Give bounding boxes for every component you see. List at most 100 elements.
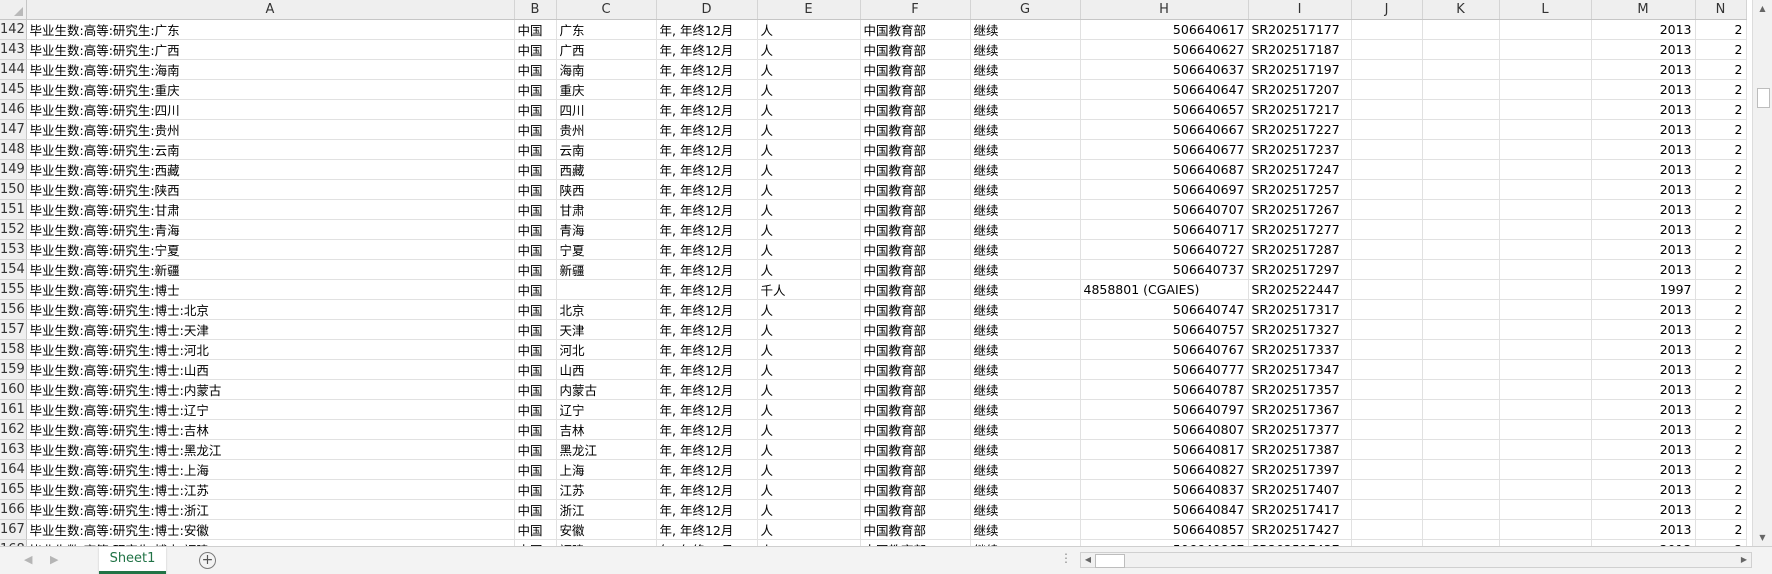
cell-J[interactable]	[1351, 79, 1423, 100]
cell-G[interactable]: 继续	[970, 199, 1081, 220]
spreadsheet-grid[interactable]: ABCDEFGHIJKLMN 142 毕业生数:高等:研究生:广东 中国 广东 年, 年…	[0, 0, 1752, 546]
cell-G[interactable]: 继续	[970, 219, 1081, 240]
cell-K[interactable]	[1422, 139, 1500, 160]
cell-F[interactable]: 中国教育部	[860, 399, 971, 420]
cell-G[interactable]: 继续	[970, 499, 1081, 520]
cell-G[interactable]: 继续	[970, 539, 1081, 546]
cell-N[interactable]: 2	[1695, 499, 1747, 520]
cell-B[interactable]: 中国	[514, 399, 557, 420]
cell-G[interactable]: 继续	[970, 239, 1081, 260]
column-header-B[interactable]: B	[514, 0, 557, 20]
cell-B[interactable]: 中国	[514, 219, 557, 240]
cell-M[interactable]: 2013	[1591, 159, 1696, 180]
cell-L[interactable]	[1499, 39, 1592, 60]
cell-I[interactable]: SR202517337	[1248, 339, 1352, 360]
cell-J[interactable]	[1351, 19, 1423, 40]
cell-N[interactable]: 2	[1695, 219, 1747, 240]
cell-E[interactable]: 人	[757, 99, 861, 120]
cell-B[interactable]: 中国	[514, 159, 557, 180]
cell-I[interactable]: SR202517197	[1248, 59, 1352, 80]
cell-I[interactable]: SR202517257	[1248, 179, 1352, 200]
cell-D[interactable]: 年, 年终12月	[656, 179, 758, 200]
cell-F[interactable]: 中国教育部	[860, 139, 971, 160]
row-header[interactable]: 153	[0, 239, 27, 260]
cell-H[interactable]: 506640807	[1080, 419, 1249, 440]
cell-N[interactable]: 2	[1695, 519, 1747, 540]
cell-G[interactable]: 继续	[970, 299, 1081, 320]
cell-K[interactable]	[1422, 299, 1500, 320]
cell-N[interactable]: 2	[1695, 39, 1747, 60]
cell-K[interactable]	[1422, 519, 1500, 540]
scroll-left-arrow-icon[interactable]: ◀	[1081, 553, 1095, 567]
cell-C[interactable]: 云南	[556, 139, 657, 160]
cell-H[interactable]: 506640647	[1080, 79, 1249, 100]
cell-F[interactable]: 中国教育部	[860, 479, 971, 500]
cell-G[interactable]: 继续	[970, 439, 1081, 460]
cell-M[interactable]: 2013	[1591, 499, 1696, 520]
cell-N[interactable]: 2	[1695, 59, 1747, 80]
cell-I[interactable]: SR202517437	[1248, 539, 1352, 546]
cell-I[interactable]: SR202517247	[1248, 159, 1352, 180]
cell-D[interactable]: 年, 年终12月	[656, 339, 758, 360]
cell-L[interactable]	[1499, 479, 1592, 500]
cell-N[interactable]: 2	[1695, 459, 1747, 480]
cell-H[interactable]: 506640767	[1080, 339, 1249, 360]
cell-B[interactable]: 中国	[514, 339, 557, 360]
cell-D[interactable]: 年, 年终12月	[656, 139, 758, 160]
cell-E[interactable]: 人	[757, 399, 861, 420]
cell-K[interactable]	[1422, 359, 1500, 380]
cell-G[interactable]: 继续	[970, 379, 1081, 400]
tab-split-handle-icon[interactable]: ⋮	[1060, 551, 1072, 565]
cell-I[interactable]: SR202517177	[1248, 19, 1352, 40]
cell-G[interactable]: 继续	[970, 259, 1081, 280]
cell-J[interactable]	[1351, 159, 1423, 180]
cell-C[interactable]: 贵州	[556, 119, 657, 140]
cell-C[interactable]: 海南	[556, 59, 657, 80]
cell-J[interactable]	[1351, 359, 1423, 380]
horizontal-scroll-thumb[interactable]	[1095, 554, 1125, 568]
cell-L[interactable]	[1499, 199, 1592, 220]
cell-J[interactable]	[1351, 139, 1423, 160]
cell-M[interactable]: 2013	[1591, 119, 1696, 140]
cell-A[interactable]: 毕业生数:高等:研究生:博士	[26, 279, 515, 300]
cell-M[interactable]: 2013	[1591, 459, 1696, 480]
cell-L[interactable]	[1499, 119, 1592, 140]
cell-D[interactable]: 年, 年终12月	[656, 79, 758, 100]
cell-K[interactable]	[1422, 59, 1500, 80]
cell-A[interactable]: 毕业生数:高等:研究生:博士:内蒙古	[26, 379, 515, 400]
cell-J[interactable]	[1351, 219, 1423, 240]
row-header[interactable]: 162	[0, 419, 27, 440]
cell-C[interactable]: 广西	[556, 39, 657, 60]
cell-H[interactable]: 506640867	[1080, 539, 1249, 546]
cell-L[interactable]	[1499, 339, 1592, 360]
select-all-corner[interactable]	[0, 0, 27, 20]
cell-K[interactable]	[1422, 119, 1500, 140]
cell-L[interactable]	[1499, 439, 1592, 460]
cell-N[interactable]: 2	[1695, 479, 1747, 500]
cell-M[interactable]: 2013	[1591, 539, 1696, 546]
cell-L[interactable]	[1499, 139, 1592, 160]
cell-C[interactable]: 广东	[556, 19, 657, 40]
cell-N[interactable]: 2	[1695, 99, 1747, 120]
cell-K[interactable]	[1422, 379, 1500, 400]
column-header-L[interactable]: L	[1499, 0, 1592, 20]
cell-M[interactable]: 2013	[1591, 239, 1696, 260]
cell-D[interactable]: 年, 年终12月	[656, 479, 758, 500]
cell-E[interactable]: 人	[757, 239, 861, 260]
cell-E[interactable]: 人	[757, 259, 861, 280]
cell-B[interactable]: 中国	[514, 39, 557, 60]
cell-H[interactable]: 506640777	[1080, 359, 1249, 380]
cell-E[interactable]: 人	[757, 459, 861, 480]
cell-F[interactable]: 中国教育部	[860, 219, 971, 240]
cell-A[interactable]: 毕业生数:高等:研究生:西藏	[26, 159, 515, 180]
cell-G[interactable]: 继续	[970, 79, 1081, 100]
cell-D[interactable]: 年, 年终12月	[656, 419, 758, 440]
cell-F[interactable]: 中国教育部	[860, 519, 971, 540]
cell-M[interactable]: 2013	[1591, 319, 1696, 340]
cell-L[interactable]	[1499, 539, 1592, 546]
cell-K[interactable]	[1422, 99, 1500, 120]
cell-B[interactable]: 中国	[514, 199, 557, 220]
cell-A[interactable]: 毕业生数:高等:研究生:博士:江苏	[26, 479, 515, 500]
cell-D[interactable]: 年, 年终12月	[656, 519, 758, 540]
cell-M[interactable]: 2013	[1591, 179, 1696, 200]
